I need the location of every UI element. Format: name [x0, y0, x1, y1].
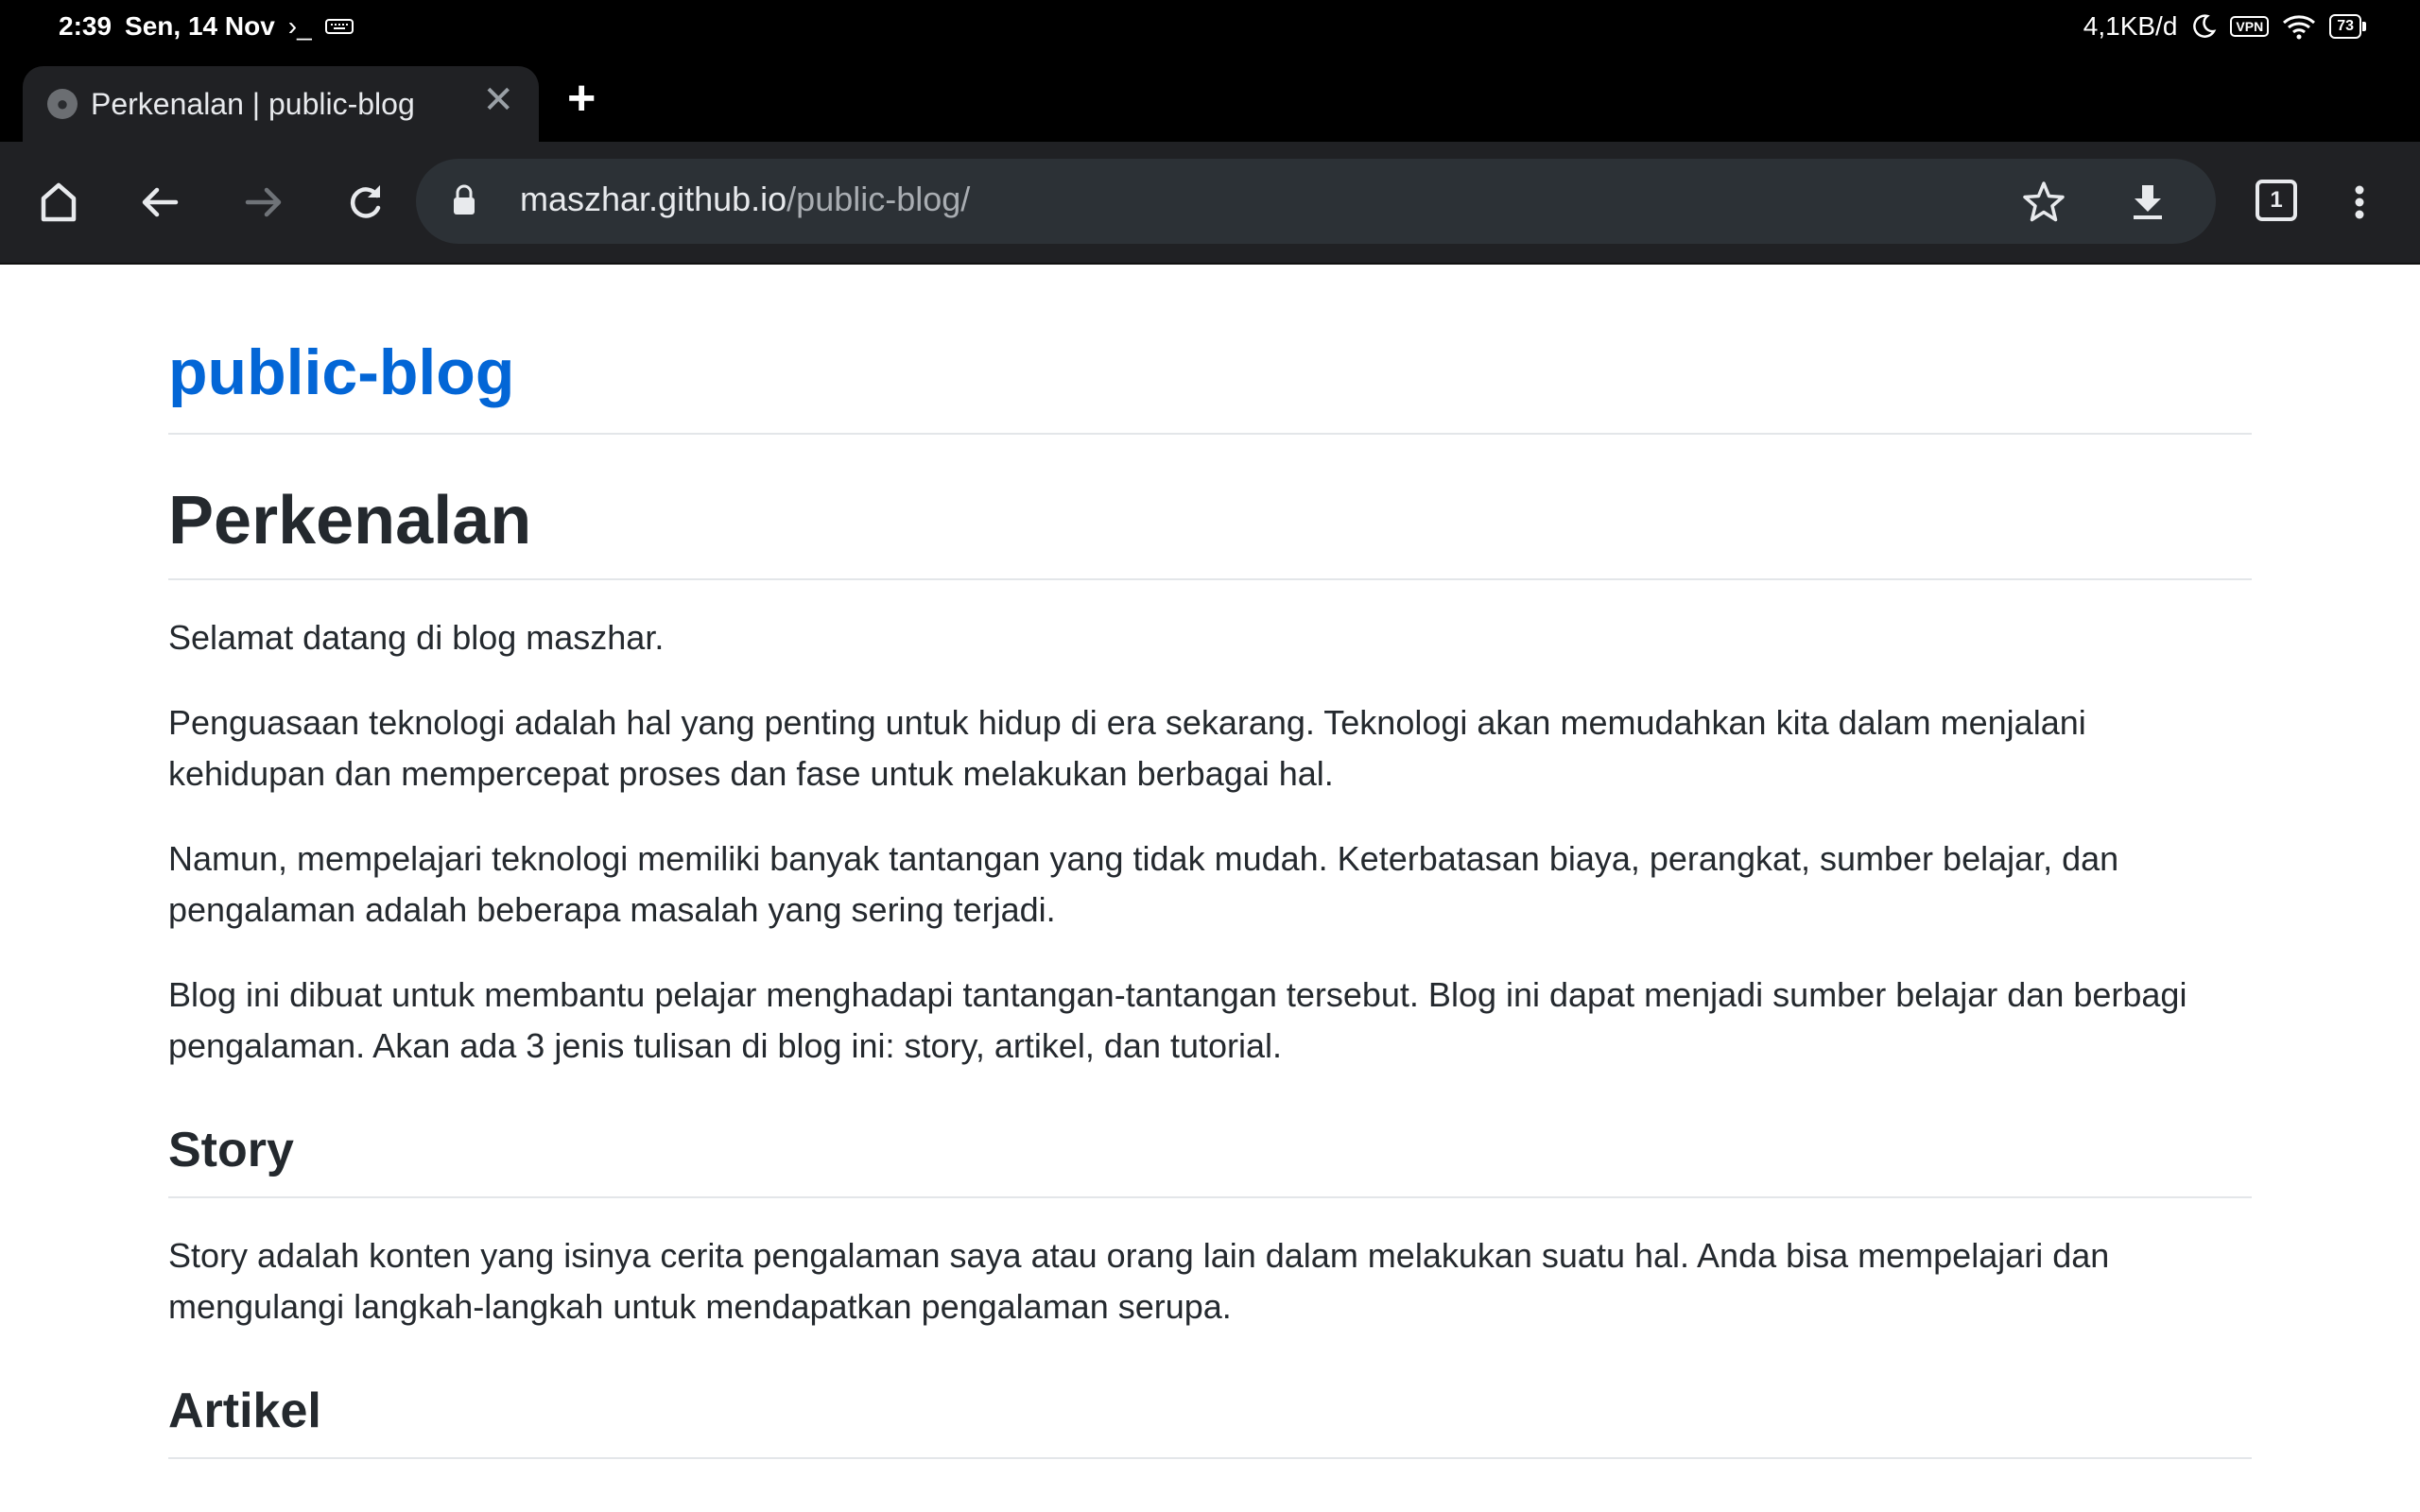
globe-icon: ●	[47, 89, 78, 119]
tab-count: 1	[2270, 187, 2283, 213]
download-icon[interactable]	[2123, 178, 2172, 227]
url-host: maszhar.github.io	[520, 180, 787, 218]
url-text[interactable]: maszhar.github.io/public-blog/	[520, 180, 970, 219]
home-icon[interactable]	[26, 170, 91, 234]
back-icon[interactable]	[129, 170, 193, 234]
url-path: /public-blog/	[786, 180, 971, 218]
browser-toolbar: maszhar.github.io/public-blog/ 1	[0, 142, 2420, 265]
lock-icon[interactable]	[450, 183, 478, 217]
tab-active[interactable]: ● Perkenalan | public-blog ✕	[23, 66, 539, 142]
battery-icon: 73	[2329, 14, 2366, 39]
story-paragraph: Story adalah konten yang isinya cerita p…	[168, 1236, 2110, 1326]
status-bar-left: 2:39 Sen, 14 Nov ›_	[59, 11, 354, 42]
tab-switcher-icon[interactable]: 1	[2256, 180, 2297, 221]
section-heading-artikel: Artikel	[168, 1383, 321, 1438]
new-tab-button[interactable]: +	[567, 74, 596, 123]
moon-icon	[2193, 14, 2217, 38]
forward-icon[interactable]	[231, 170, 295, 234]
paragraph-technology: Penguasaan teknologi adalah hal yang pen…	[168, 703, 2086, 793]
page-content: public-blog Perkenalan Selamat datang di…	[168, 265, 2252, 1459]
intro-paragraph: Selamat datang di blog maszhar.	[168, 618, 665, 657]
header-divider	[168, 433, 2252, 435]
section-heading-story: Story	[168, 1123, 294, 1177]
reload-icon[interactable]	[333, 170, 397, 234]
wifi-icon	[2283, 15, 2316, 40]
tab-title: Perkenalan | public-blog	[91, 87, 415, 121]
status-bar-right: 4,1KB/d VPN 73	[2083, 11, 2366, 42]
keyboard-icon	[324, 19, 354, 34]
vpn-icon: VPN	[2230, 16, 2270, 37]
tab-strip: ● Perkenalan | public-blog ✕ +	[0, 57, 2420, 142]
status-time: 2:39	[59, 11, 112, 41]
close-tab-icon[interactable]: ✕	[482, 81, 514, 119]
site-title-link[interactable]: public-blog	[168, 333, 2252, 412]
artikel-divider	[168, 1457, 2252, 1459]
network-speed: 4,1KB/d	[2083, 11, 2178, 41]
paragraph-blog-purpose: Blog ini dibuat untuk membantu pelajar m…	[168, 975, 2187, 1065]
title-divider	[168, 578, 2252, 580]
status-bar: 2:39 Sen, 14 Nov ›_ 4,1KB/d VPN 73	[0, 0, 2420, 57]
more-options-icon[interactable]	[2341, 170, 2378, 234]
page-title: Perkenalan	[168, 483, 532, 558]
battery-level: 73	[2337, 18, 2354, 34]
star-icon[interactable]	[2019, 178, 2068, 227]
address-bar[interactable]: maszhar.github.io/public-blog/	[416, 159, 2216, 244]
terminal-icon: ›_	[287, 11, 312, 41]
story-divider	[168, 1196, 2252, 1198]
paragraph-challenges: Namun, mempelajari teknologi memiliki ba…	[168, 839, 2119, 929]
status-date: Sen, 14 Nov	[125, 11, 275, 41]
